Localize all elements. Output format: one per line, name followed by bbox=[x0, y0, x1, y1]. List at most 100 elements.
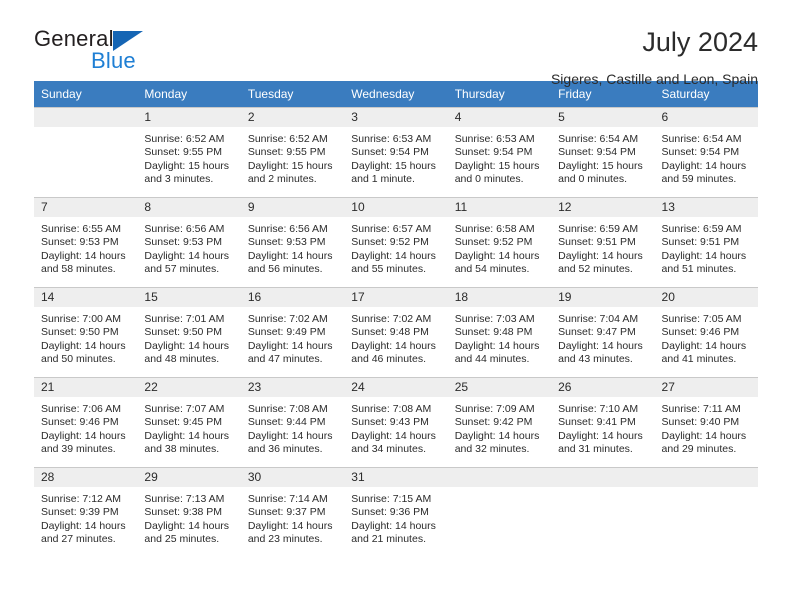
calendar-day-cell bbox=[654, 467, 758, 557]
weekday-header-tuesday: Tuesday bbox=[240, 81, 345, 108]
day-cell-content: 15 Sunrise: 7:01 AM Sunset: 9:50 PM Dayligh… bbox=[137, 288, 241, 377]
calendar-day-cell[interactable]: 9 Sunrise: 6:56 AM Sunset: 9:53 PM Daylight… bbox=[240, 197, 345, 288]
calendar-day-cell[interactable]: 16 Sunrise: 7:02 AM Sunset: 9:49 PM Dayligh… bbox=[240, 287, 345, 378]
sunset-text: Sunset: 9:55 PM bbox=[247, 146, 326, 159]
day-cell-content: 3 Sunrise: 6:53 AM Sunset: 9:54 PM Daylight… bbox=[344, 108, 448, 197]
day-details: Sunrise: 7:05 AM Sunset: 9:46 PM Daylight:… bbox=[655, 307, 758, 366]
day-cell-content: 20 Sunrise: 7:05 AM Sunset: 9:46 PM Dayligh… bbox=[654, 288, 758, 377]
day-number: 12 bbox=[551, 198, 655, 217]
day-number: 19 bbox=[551, 288, 655, 307]
calendar-day-cell[interactable]: 23 Sunrise: 7:08 AM Sunset: 9:44 PM Dayligh… bbox=[240, 377, 345, 468]
calendar-day-cell[interactable]: 20 Sunrise: 7:05 AM Sunset: 9:46 PM Dayligh… bbox=[654, 287, 758, 378]
day-cell-content: 24 Sunrise: 7:08 AM Sunset: 9:43 PM Dayligh… bbox=[344, 378, 448, 467]
day-details: Sunrise: 7:08 AM Sunset: 9:43 PM Daylight:… bbox=[344, 397, 447, 456]
day-number: 3 bbox=[344, 108, 448, 127]
day-cell-content: 11 Sunrise: 6:58 AM Sunset: 9:52 PM Dayligh… bbox=[447, 198, 552, 287]
day-number: 14 bbox=[34, 288, 138, 307]
calendar-day-cell[interactable]: 24 Sunrise: 7:08 AM Sunset: 9:43 PM Dayligh… bbox=[344, 377, 448, 468]
calendar-day-cell[interactable]: 15 Sunrise: 7:01 AM Sunset: 9:50 PM Dayligh… bbox=[137, 287, 241, 378]
daylight-text-line2: and 36 minutes. bbox=[247, 442, 323, 455]
day-details: Sunrise: 6:55 AM Sunset: 9:53 PM Daylight:… bbox=[34, 217, 137, 276]
calendar-day-cell[interactable]: 14 Sunrise: 7:00 AM Sunset: 9:50 PM Dayligh… bbox=[34, 287, 138, 378]
daylight-text-line2: and 52 minutes. bbox=[558, 262, 633, 275]
calendar-day-cell[interactable]: 31 Sunrise: 7:15 AM Sunset: 9:36 PM Dayligh… bbox=[344, 467, 448, 557]
day-number: 27 bbox=[654, 378, 758, 397]
calendar-day-cell[interactable]: 19 Sunrise: 7:04 AM Sunset: 9:47 PM Dayligh… bbox=[551, 287, 655, 378]
day-cell-content: 6 Sunrise: 6:54 AM Sunset: 9:54 PM Daylight… bbox=[654, 108, 758, 197]
daylight-text-line2: and 48 minutes. bbox=[144, 352, 220, 365]
sunrise-text: Sunrise: 6:52 AM bbox=[247, 133, 328, 145]
day-details: Sunrise: 6:59 AM Sunset: 9:51 PM Daylight:… bbox=[551, 217, 654, 276]
calendar-day-cell[interactable]: 13 Sunrise: 6:59 AM Sunset: 9:51 PM Dayligh… bbox=[654, 197, 758, 288]
calendar-day-cell[interactable]: 1 Sunrise: 6:52 AM Sunset: 9:55 PM Daylight… bbox=[137, 107, 241, 198]
daylight-text-line2: and 47 minutes. bbox=[247, 352, 323, 365]
day-cell-content: 31 Sunrise: 7:15 AM Sunset: 9:36 PM Dayligh… bbox=[344, 468, 448, 557]
calendar-day-cell[interactable]: 28 Sunrise: 7:12 AM Sunset: 9:39 PM Dayligh… bbox=[34, 467, 138, 557]
day-details: Sunrise: 7:08 AM Sunset: 9:44 PM Daylight:… bbox=[241, 397, 344, 456]
calendar-day-cell bbox=[447, 467, 552, 557]
calendar-day-cell[interactable]: 3 Sunrise: 6:53 AM Sunset: 9:54 PM Daylight… bbox=[344, 107, 448, 198]
sunrise-text: Sunrise: 6:54 AM bbox=[661, 133, 742, 145]
sunset-text: Sunset: 9:48 PM bbox=[454, 326, 533, 339]
daylight-text-line1: Daylight: 14 hours bbox=[351, 249, 436, 262]
calendar-day-cell[interactable]: 25 Sunrise: 7:09 AM Sunset: 9:42 PM Dayligh… bbox=[447, 377, 552, 468]
sunrise-text: Sunrise: 6:58 AM bbox=[454, 223, 535, 235]
calendar-day-cell[interactable]: 18 Sunrise: 7:03 AM Sunset: 9:48 PM Dayligh… bbox=[447, 287, 552, 378]
day-details: Sunrise: 6:56 AM Sunset: 9:53 PM Daylight:… bbox=[241, 217, 344, 276]
calendar-day-cell[interactable]: 7 Sunrise: 6:55 AM Sunset: 9:53 PM Daylight… bbox=[34, 197, 138, 288]
day-cell-content: 10 Sunrise: 6:57 AM Sunset: 9:52 PM Dayligh… bbox=[344, 198, 448, 287]
day-details: Sunrise: 7:02 AM Sunset: 9:49 PM Daylight:… bbox=[241, 307, 344, 366]
calendar-day-cell[interactable]: 6 Sunrise: 6:54 AM Sunset: 9:54 PM Daylight… bbox=[654, 107, 758, 198]
daylight-text-line2: and 50 minutes. bbox=[41, 352, 116, 365]
calendar-day-cell[interactable]: 29 Sunrise: 7:13 AM Sunset: 9:38 PM Dayligh… bbox=[137, 467, 241, 557]
daylight-text-line1: Daylight: 14 hours bbox=[454, 429, 540, 442]
day-cell-content bbox=[551, 468, 655, 557]
calendar-day-cell[interactable]: 30 Sunrise: 7:14 AM Sunset: 9:37 PM Dayligh… bbox=[240, 467, 345, 557]
calendar-day-cell[interactable]: 10 Sunrise: 6:57 AM Sunset: 9:52 PM Dayligh… bbox=[344, 197, 448, 288]
day-number: 8 bbox=[137, 198, 241, 217]
calendar-day-cell[interactable]: 27 Sunrise: 7:11 AM Sunset: 9:40 PM Dayligh… bbox=[654, 377, 758, 468]
calendar-day-cell[interactable]: 21 Sunrise: 7:06 AM Sunset: 9:46 PM Dayligh… bbox=[34, 377, 138, 468]
daylight-text-line2: and 27 minutes. bbox=[41, 532, 116, 545]
calendar-day-cell[interactable]: 11 Sunrise: 6:58 AM Sunset: 9:52 PM Dayligh… bbox=[447, 197, 552, 288]
calendar-day-cell[interactable]: 4 Sunrise: 6:53 AM Sunset: 9:54 PM Daylight… bbox=[447, 107, 552, 198]
day-cell-content: 18 Sunrise: 7:03 AM Sunset: 9:48 PM Dayligh… bbox=[447, 288, 552, 377]
day-number: 26 bbox=[551, 378, 655, 397]
day-details: Sunrise: 7:09 AM Sunset: 9:42 PM Daylight:… bbox=[448, 397, 551, 456]
weekday-header-thursday: Thursday bbox=[447, 81, 552, 108]
calendar-day-cell[interactable]: 8 Sunrise: 6:56 AM Sunset: 9:53 PM Daylight… bbox=[137, 197, 241, 288]
day-cell-content: 1 Sunrise: 6:52 AM Sunset: 9:55 PM Daylight… bbox=[137, 108, 241, 197]
sunrise-text: Sunrise: 6:53 AM bbox=[351, 133, 432, 145]
day-cell-content: 21 Sunrise: 7:06 AM Sunset: 9:46 PM Dayligh… bbox=[34, 378, 138, 467]
day-cell-content: 7 Sunrise: 6:55 AM Sunset: 9:53 PM Daylight… bbox=[34, 198, 138, 287]
day-number: 10 bbox=[344, 198, 448, 217]
day-details: Sunrise: 7:15 AM Sunset: 9:36 PM Daylight:… bbox=[344, 487, 447, 546]
sunrise-text: Sunrise: 7:02 AM bbox=[351, 313, 432, 325]
daylight-text-line2: and 46 minutes. bbox=[351, 352, 426, 365]
calendar-table: Sunday Monday Tuesday Wednesday Thursday… bbox=[34, 81, 758, 557]
daylight-text-line1: Daylight: 14 hours bbox=[247, 429, 333, 442]
sunrise-text: Sunrise: 6:56 AM bbox=[247, 223, 328, 235]
sunset-text: Sunset: 9:38 PM bbox=[144, 506, 223, 519]
day-details: Sunrise: 6:58 AM Sunset: 9:52 PM Daylight:… bbox=[448, 217, 551, 276]
sunrise-text: Sunrise: 7:04 AM bbox=[558, 313, 639, 325]
day-number bbox=[654, 468, 758, 487]
day-details: Sunrise: 6:57 AM Sunset: 9:52 PM Daylight:… bbox=[344, 217, 447, 276]
daylight-text-line1: Daylight: 14 hours bbox=[144, 519, 230, 532]
daylight-text-line1: Daylight: 14 hours bbox=[41, 519, 126, 532]
daylight-text-line2: and 51 minutes. bbox=[661, 262, 737, 275]
day-cell-content: 5 Sunrise: 6:54 AM Sunset: 9:54 PM Daylight… bbox=[551, 108, 655, 197]
daylight-text-line2: and 0 minutes. bbox=[558, 172, 627, 185]
calendar-day-cell[interactable]: 5 Sunrise: 6:54 AM Sunset: 9:54 PM Daylight… bbox=[551, 107, 655, 198]
day-details: Sunrise: 7:10 AM Sunset: 9:41 PM Daylight:… bbox=[551, 397, 654, 456]
calendar-day-cell[interactable]: 26 Sunrise: 7:10 AM Sunset: 9:41 PM Dayligh… bbox=[551, 377, 655, 468]
calendar-day-cell[interactable]: 2 Sunrise: 6:52 AM Sunset: 9:55 PM Daylight… bbox=[240, 107, 345, 198]
calendar-day-cell[interactable]: 12 Sunrise: 6:59 AM Sunset: 9:51 PM Dayligh… bbox=[551, 197, 655, 288]
sunset-text: Sunset: 9:53 PM bbox=[144, 236, 223, 249]
sunrise-text: Sunrise: 7:15 AM bbox=[351, 493, 432, 505]
daylight-text-line1: Daylight: 14 hours bbox=[661, 249, 747, 262]
day-number: 30 bbox=[240, 468, 345, 487]
calendar-day-cell[interactable]: 17 Sunrise: 7:02 AM Sunset: 9:48 PM Dayligh… bbox=[344, 287, 448, 378]
daylight-text-line2: and 59 minutes. bbox=[661, 172, 737, 185]
calendar-day-cell[interactable]: 22 Sunrise: 7:07 AM Sunset: 9:45 PM Dayligh… bbox=[137, 377, 241, 468]
